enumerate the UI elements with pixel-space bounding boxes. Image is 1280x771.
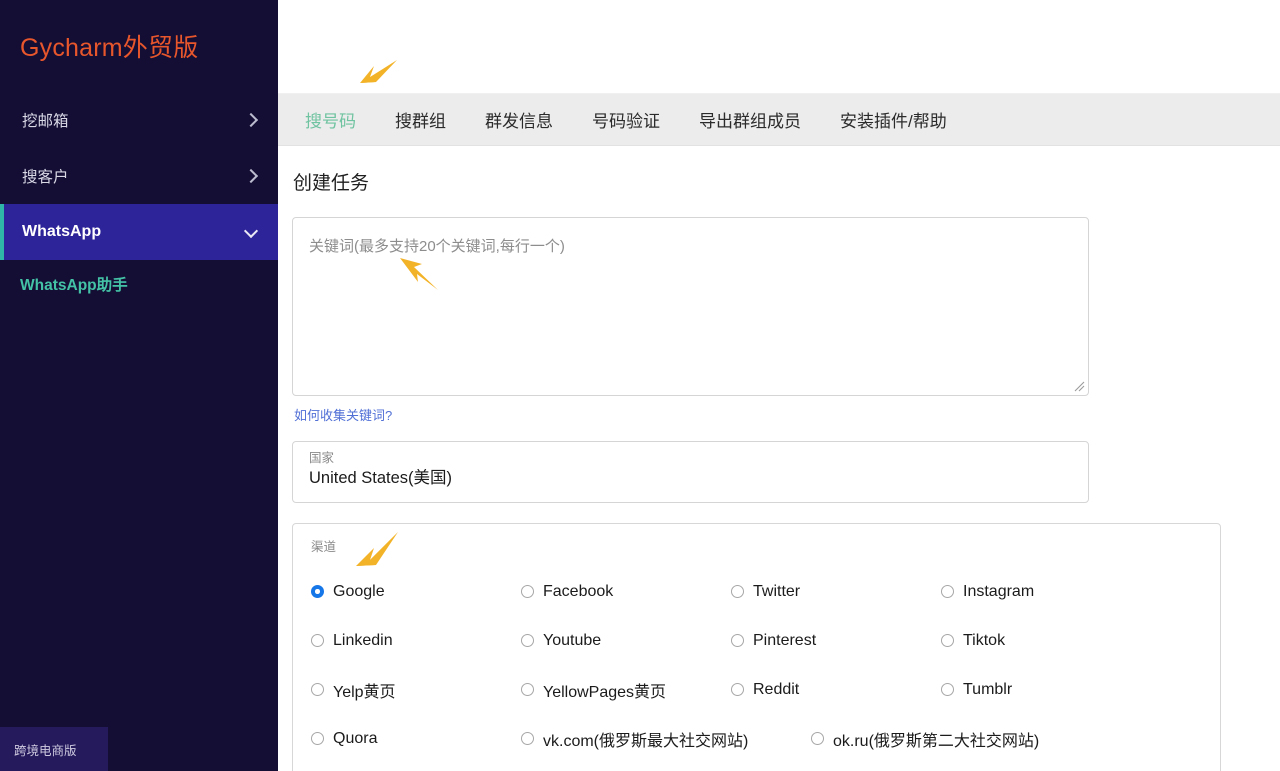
sidebar-item-search-customer[interactable]: 搜客户 <box>0 148 278 204</box>
channel-option-label: YellowPages黄页 <box>543 683 667 701</box>
app-root: Gycharm外贸版 挖邮箱 搜客户 WhatsApp WhatsApp助手 跨… <box>0 0 1280 771</box>
top-header-bar <box>278 0 1280 94</box>
channel-option-pinterest[interactable]: Pinterest <box>731 632 941 650</box>
channel-option-label: Quora <box>333 729 378 747</box>
channel-option-label: Twitter <box>753 582 801 600</box>
radio-dot-icon <box>311 683 324 696</box>
channel-option-facebook[interactable]: Facebook <box>521 583 731 601</box>
radio-dot-icon <box>941 683 954 696</box>
sidebar-subitem-whatsapp-assistant[interactable]: WhatsApp助手 <box>0 260 278 308</box>
sidebar-item-whatsapp[interactable]: WhatsApp <box>0 204 278 260</box>
brand-logo[interactable]: Gycharm外贸版 <box>0 0 278 92</box>
channel-option-label: Pinterest <box>753 631 817 649</box>
chevron-down-icon <box>244 225 258 239</box>
edition-badge: 跨境电商版 <box>0 727 108 771</box>
resize-handle-icon[interactable] <box>1071 378 1085 392</box>
channel-row-1: Google Facebook Twitter Instagram <box>311 567 1202 616</box>
radio-dot-icon <box>311 585 324 598</box>
keyword-placeholder-text: 关键词(最多支持20个关键词,每行一个) <box>309 238 565 255</box>
channel-option-tumblr[interactable]: Tumblr <box>941 681 1171 699</box>
channel-row-3: Yelp黄页 YellowPages黄页 Reddit Tumblr <box>311 665 1202 714</box>
channel-option-vk[interactable]: vk.com(俄罗斯最大社交网站) <box>521 727 811 751</box>
sidebar-item-label: 挖邮箱 <box>22 113 69 130</box>
radio-dot-icon <box>311 634 324 647</box>
channel-option-label: Tumblr <box>963 680 1013 698</box>
tab-export-group-members[interactable]: 导出群组成员 <box>699 107 801 132</box>
radio-dot-icon <box>941 634 954 647</box>
radio-dot-icon <box>731 683 744 696</box>
channel-option-label: vk.com(俄罗斯最大社交网站) <box>543 732 749 750</box>
channel-option-label: Tiktok <box>963 631 1006 649</box>
tab-number-verify[interactable]: 号码验证 <box>592 107 660 132</box>
radio-dot-icon <box>811 732 824 745</box>
radio-dot-icon <box>521 585 534 598</box>
radio-dot-icon <box>311 732 324 745</box>
chevron-right-icon <box>244 169 258 183</box>
channel-label: 渠道 <box>311 540 337 554</box>
tab-install-plugin-help[interactable]: 安装插件/帮助 <box>840 107 947 132</box>
channel-option-yellowpages[interactable]: YellowPages黄页 <box>521 678 731 702</box>
radio-dot-icon <box>731 585 744 598</box>
edition-badge-label: 跨境电商版 <box>14 743 77 758</box>
channel-option-label: Reddit <box>753 680 800 698</box>
sidebar-subitem-label: WhatsApp助手 <box>20 277 128 294</box>
radio-dot-icon <box>941 585 954 598</box>
channel-option-tiktok[interactable]: Tiktok <box>941 632 1171 650</box>
page-title: 创建任务 <box>293 173 370 194</box>
radio-dot-icon <box>521 683 534 696</box>
channel-option-quora[interactable]: Quora <box>311 730 521 748</box>
channel-option-okru[interactable]: ok.ru(俄罗斯第二大社交网站) <box>811 727 1039 751</box>
channel-option-label: ok.ru(俄罗斯第二大社交网站) <box>833 732 1040 750</box>
channel-option-google[interactable]: Google <box>311 583 521 601</box>
country-select[interactable]: 国家 United States(美国) <box>292 441 1089 503</box>
channel-option-label: Google <box>333 582 385 600</box>
tab-search-group[interactable]: 搜群组 <box>395 107 446 132</box>
channel-row-2: Linkedin Youtube Pinterest Tiktok <box>311 616 1202 665</box>
sidebar-item-label: 搜客户 <box>22 169 69 186</box>
country-label: 国家 <box>309 451 335 465</box>
channel-option-label: Youtube <box>543 631 602 649</box>
channel-option-linkedin[interactable]: Linkedin <box>311 632 521 650</box>
channel-option-label: Facebook <box>543 582 614 600</box>
sidebar-item-label: WhatsApp <box>22 223 102 240</box>
channel-option-yelp[interactable]: Yelp黄页 <box>311 678 521 702</box>
tab-search-number[interactable]: 搜号码 <box>305 107 356 132</box>
radio-dot-icon <box>521 634 534 647</box>
radio-dot-icon <box>521 732 534 745</box>
sidebar-item-mine-email[interactable]: 挖邮箱 <box>0 92 278 148</box>
main-content: 搜号码 搜群组 群发信息 号码验证 导出群组成员 安装插件/帮助 创建任务 关键… <box>278 0 1280 771</box>
keyword-textarea[interactable]: 关键词(最多支持20个关键词,每行一个) <box>292 217 1089 396</box>
channel-option-instagram[interactable]: Instagram <box>941 583 1171 601</box>
chevron-right-icon <box>244 113 258 127</box>
channel-option-label: Instagram <box>963 582 1035 600</box>
country-value: United States(美国) <box>309 469 453 487</box>
sidebar: Gycharm外贸版 挖邮箱 搜客户 WhatsApp WhatsApp助手 跨… <box>0 0 278 771</box>
channel-option-label: Yelp黄页 <box>333 683 396 701</box>
channel-group: 渠道 Google Facebook Twitter Instagram Lin… <box>292 523 1221 771</box>
channel-option-label: Linkedin <box>333 631 393 649</box>
channel-option-reddit[interactable]: Reddit <box>731 681 941 699</box>
tab-mass-message[interactable]: 群发信息 <box>485 107 553 132</box>
tab-bar: 搜号码 搜群组 群发信息 号码验证 导出群组成员 安装插件/帮助 <box>278 94 1280 146</box>
channel-row-4: Quora vk.com(俄罗斯最大社交网站) ok.ru(俄罗斯第二大社交网站… <box>311 714 1202 763</box>
radio-dot-icon <box>731 634 744 647</box>
create-task-panel: 创建任务 关键词(最多支持20个关键词,每行一个) 如何收集关键词? 国家 Un… <box>278 146 1280 771</box>
channel-option-youtube[interactable]: Youtube <box>521 632 731 650</box>
channel-option-twitter[interactable]: Twitter <box>731 583 941 601</box>
keyword-help-link[interactable]: 如何收集关键词? <box>294 405 392 424</box>
brand-title: Gycharm外贸版 <box>20 34 199 62</box>
